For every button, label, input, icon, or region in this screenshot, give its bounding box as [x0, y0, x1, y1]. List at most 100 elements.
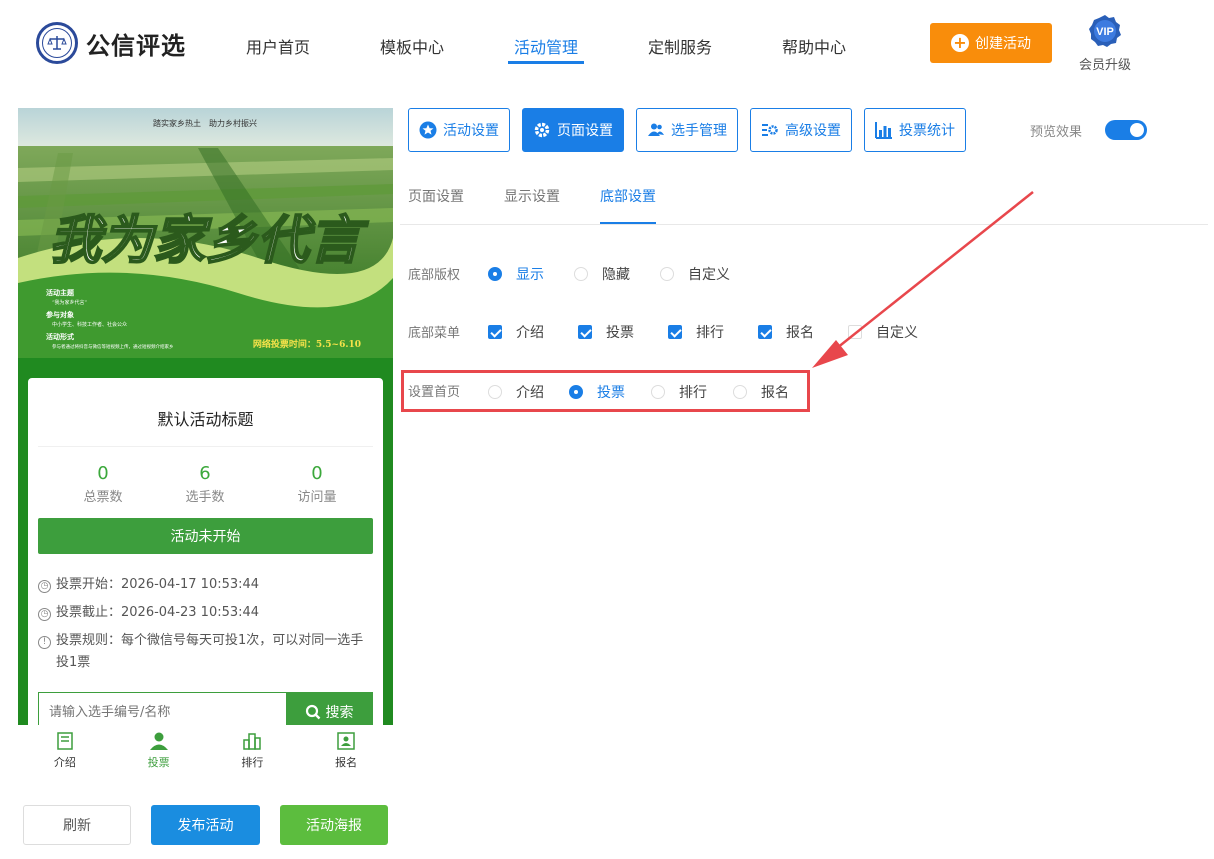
page-settings-button[interactable]: 页面设置 [522, 108, 624, 152]
activity-poster-button[interactable]: 活动海报 [280, 805, 388, 845]
star-circle-icon [419, 121, 437, 139]
stat-value: 0 [97, 463, 109, 484]
preview-toggle[interactable] [1105, 120, 1147, 140]
nav-templates[interactable]: 模板中心 [380, 34, 444, 58]
refresh-button[interactable]: 刷新 [23, 805, 131, 845]
radio-icon [574, 267, 588, 281]
activity-settings-button[interactable]: 活动设置 [408, 108, 510, 152]
stat-value: 6 [199, 463, 211, 484]
menu-check-rank[interactable]: 排行 [668, 322, 724, 342]
vote-stats-label: 投票统计 [899, 123, 955, 139]
gear-icon [534, 122, 550, 138]
nav-active-indicator [508, 61, 584, 64]
copyright-option-hide[interactable]: 隐藏 [574, 264, 630, 284]
vote-rule-row: ! 投票规则：每个微信号每天可投1次，可以对同一选手投1票 [38, 633, 368, 674]
toggle-knob [1130, 123, 1144, 137]
nav-help-center[interactable]: 帮助中心 [782, 34, 846, 58]
svg-text:参与者通过将抖音与微信等短视频上传，通过短视频介绍家乡: 参与者通过将抖音与微信等短视频上传，通过短视频介绍家乡 [52, 343, 174, 350]
subtab-page-settings[interactable]: 页面设置 [408, 186, 464, 206]
contestant-manage-button[interactable]: 选手管理 [636, 108, 738, 152]
create-activity-button[interactable]: + 创建活动 [930, 23, 1052, 63]
checkbox-checked-icon [758, 325, 772, 339]
settings-list-icon [762, 124, 778, 136]
radio-icon [660, 267, 674, 281]
svg-text:VIP: VIP [1096, 26, 1114, 38]
menu-check-signup[interactable]: 报名 [758, 322, 814, 342]
svg-text:网络投票时间：5.5~6.10: 网络投票时间：5.5~6.10 [253, 338, 361, 350]
page-settings-label: 页面设置 [557, 123, 613, 139]
vote-rule-text: 投票规则：每个微信号每天可投1次，可以对同一选手投1票 [56, 633, 364, 670]
tab-signup[interactable]: 报名 [299, 725, 393, 783]
phone-tabbar: 介绍 投票 排行 报名 [18, 725, 393, 783]
vote-stats-button[interactable]: 投票统计 [864, 108, 966, 152]
option-label: 排行 [696, 325, 724, 341]
checkbox-icon [848, 325, 862, 339]
option-label: 介绍 [516, 325, 544, 341]
svg-text:活动主题: 活动主题 [46, 288, 75, 297]
create-activity-label: 创建活动 [975, 36, 1031, 52]
option-label: 投票 [606, 325, 634, 341]
svg-text:“我为家乡代言”: “我为家乡代言” [52, 299, 88, 306]
vip-upgrade[interactable]: VIP 会员升级 [1074, 14, 1136, 73]
option-label: 显示 [516, 267, 544, 283]
subtab-display-settings[interactable]: 显示设置 [504, 186, 560, 206]
svg-text:我为家乡代言: 我为家乡代言 [49, 210, 369, 271]
advanced-settings-label: 高级设置 [785, 123, 841, 139]
rank-icon [243, 733, 262, 750]
brand-logo[interactable]: 公信评选 [36, 22, 186, 64]
option-label: 报名 [786, 325, 814, 341]
activity-title: 默认活动标题 [157, 410, 254, 429]
search-icon [305, 704, 320, 720]
svg-text:踏实家乡热土 助力乡村振兴: 踏实家乡热土 助力乡村振兴 [153, 118, 257, 128]
vote-end-text: 投票截止：2026-04-23 10:53:44 [56, 605, 260, 620]
stat-value: 0 [311, 463, 323, 484]
info-icon: ! [38, 636, 51, 649]
option-label: 隐藏 [602, 267, 630, 283]
tab-intro[interactable]: 介绍 [18, 725, 112, 783]
stat-visits: 0 访问量 [262, 463, 372, 505]
clock-icon: ◷ [38, 608, 51, 621]
option-label: 自定义 [876, 325, 918, 341]
activity-status-button[interactable]: 活动未开始 [38, 518, 373, 554]
annotation-highlight-box [401, 370, 810, 412]
vip-upgrade-label: 会员升级 [1078, 58, 1131, 73]
publish-activity-button[interactable]: 发布活动 [151, 805, 260, 845]
nav-activity-manage[interactable]: 活动管理 [514, 34, 578, 58]
card-divider [38, 446, 373, 447]
vote-start-row: ◷ 投票开始：2026-04-17 10:53:44 [38, 577, 259, 596]
subtab-footer-settings[interactable]: 底部设置 [600, 186, 656, 206]
radio-selected-icon [488, 267, 502, 281]
menu-check-intro[interactable]: 介绍 [488, 322, 544, 342]
nav-custom-service[interactable]: 定制服务 [648, 34, 712, 58]
tab-rank[interactable]: 排行 [206, 725, 300, 783]
intro-icon [57, 732, 73, 750]
activity-banner-image: 踏实家乡热土 助力乡村振兴 我为家乡代言 活动主题 “我为家乡代言” 参与对象 … [18, 108, 393, 358]
stat-label: 总票数 [83, 490, 123, 505]
plus-circle-icon: + [951, 34, 969, 52]
stat-label: 选手数 [185, 490, 225, 505]
users-icon [648, 123, 664, 136]
checkbox-checked-icon [578, 325, 592, 339]
brand-name: 公信评选 [86, 31, 186, 60]
svg-text:活动形式: 活动形式 [46, 332, 74, 341]
tab-label: 介绍 [53, 756, 76, 769]
tab-vote[interactable]: 投票 [112, 725, 206, 783]
bar-chart-icon [875, 122, 892, 139]
footer-menu-label: 底部菜单 [408, 326, 461, 341]
preview-effect-label: 预览效果 [1030, 125, 1083, 140]
footer-copyright-label: 底部版权 [408, 268, 461, 283]
activity-info-card: 默认活动标题 0 总票数 6 选手数 0 访问量 活动未开始 ◷ 投票开始：20… [28, 378, 383, 738]
person-icon [149, 732, 168, 750]
vote-end-row: ◷ 投票截止：2026-04-23 10:53:44 [38, 605, 259, 624]
copyright-option-show[interactable]: 显示 [488, 264, 544, 284]
stat-label: 访问量 [297, 490, 337, 505]
advanced-settings-button[interactable]: 高级设置 [750, 108, 852, 152]
vip-badge-icon: VIP [1089, 15, 1121, 47]
copyright-option-custom[interactable]: 自定义 [660, 264, 730, 284]
vote-start-text: 投票开始：2026-04-17 10:53:44 [56, 577, 260, 592]
menu-check-vote[interactable]: 投票 [578, 322, 634, 342]
menu-check-custom[interactable]: 自定义 [848, 322, 918, 342]
contestant-manage-label: 选手管理 [671, 123, 727, 139]
stat-total-votes: 0 总票数 [48, 463, 158, 505]
nav-home[interactable]: 用户首页 [246, 34, 310, 58]
